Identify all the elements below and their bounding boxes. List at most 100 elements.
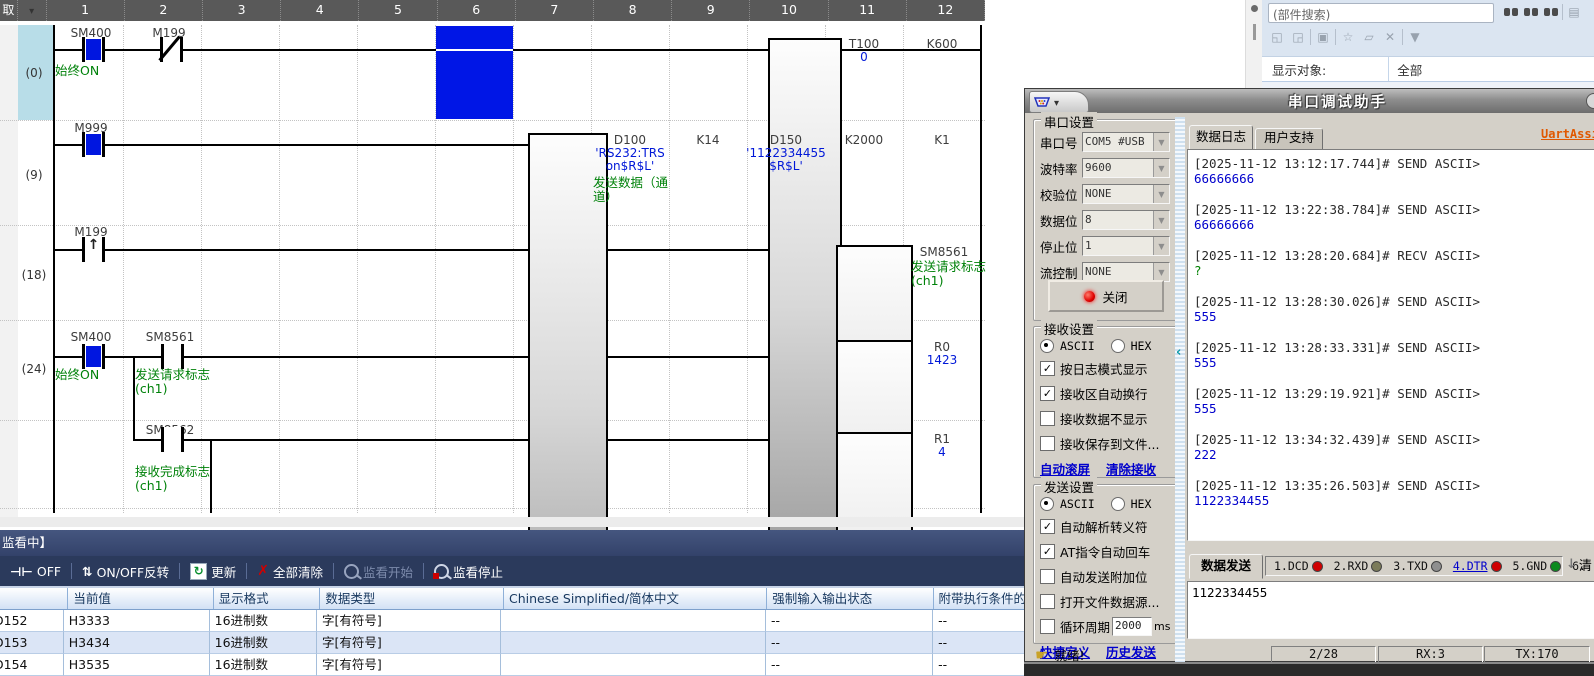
col-current-value[interactable]: 当前值 [68, 588, 213, 609]
serial-title-bar[interactable]: 串口调试助手 [1025, 89, 1594, 113]
clear-all-button[interactable]: 全部清除 [249, 560, 331, 582]
check-row[interactable]: 自动解析转义符 [1040, 517, 1178, 536]
checkbox-checked-icon[interactable] [1040, 519, 1055, 534]
port-settings-group: 串口设置 串口号 COM5 #USB 波特率 9600 校验位 NONE 数据位… [1033, 119, 1179, 321]
filter-icon[interactable]: ▼ [1406, 28, 1424, 46]
ladder-cursor-cell[interactable] [436, 26, 513, 119]
new-folder-icon[interactable]: ▱ [1360, 28, 1378, 46]
check-row[interactable]: 接收数据不显示 [1040, 409, 1178, 428]
find-icon[interactable] [1542, 5, 1560, 19]
checkbox-checked-icon[interactable] [1040, 386, 1055, 401]
ladder-col-9: 9 [672, 0, 750, 21]
panel-splitter[interactable] [1175, 117, 1185, 663]
find-previous-icon[interactable] [1502, 5, 1520, 19]
check-row[interactable]: 按日志模式显示 [1040, 359, 1178, 378]
register-parts-icon[interactable]: ▤ [1565, 3, 1583, 21]
operand-label: K1 [903, 134, 981, 147]
checkbox-checked-icon[interactable] [1040, 361, 1055, 376]
contact-SM8561[interactable] [161, 344, 184, 369]
cell-device: D154 [0, 657, 27, 672]
hex-radio[interactable] [1111, 497, 1125, 511]
baud-select[interactable]: 9600 [1082, 158, 1170, 178]
brand-link[interactable]: UartAssi [1541, 127, 1594, 141]
search-input[interactable]: (部件搜索) [1268, 3, 1494, 23]
display-target-value[interactable]: 全部 [1397, 60, 1422, 79]
contact-SM400[interactable] [82, 37, 105, 62]
send-input-area[interactable]: 1122334455 [1187, 581, 1594, 639]
col-comment[interactable]: Chinese Simplified/简体中文 [504, 588, 767, 609]
pin-dtr[interactable]: 4.DTR [1453, 559, 1502, 573]
cycle-input[interactable]: 2000 [1112, 617, 1152, 636]
contact-SM400[interactable] [82, 344, 105, 369]
on-off-toggle-button[interactable]: ON/OFF反转 [74, 560, 177, 582]
flowctrl-select[interactable]: NONE [1082, 262, 1170, 282]
cycle-row[interactable]: 循环周期 2000 ms [1040, 617, 1178, 636]
checkbox-icon[interactable] [1040, 569, 1055, 584]
field-label: 数据位 [1040, 211, 1082, 230]
contact-SM8562[interactable] [161, 427, 184, 452]
checkbox-icon[interactable] [1040, 436, 1055, 451]
history-send-link[interactable]: 历史发送 [1106, 642, 1156, 661]
table-row[interactable]: D154 H3535 16进制数 字[有符号] -- -- [0, 654, 1024, 676]
hex-radio[interactable] [1111, 339, 1125, 353]
tab-user-support[interactable]: 用户支持 [1255, 128, 1323, 150]
watch-stop-button[interactable]: 监看停止 [426, 560, 511, 582]
off-button[interactable]: OFF [2, 560, 69, 582]
close-port-button[interactable]: 关闭 [1048, 280, 1164, 312]
tab-data-log[interactable]: 数据日志 [1189, 125, 1253, 150]
col-device[interactable] [0, 588, 68, 609]
parity-select[interactable]: NONE [1082, 184, 1170, 204]
ladder-header-dropdown[interactable] [18, 0, 47, 21]
col-exec-condition[interactable]: 附带执行条件的软 [934, 588, 1024, 609]
ladder-col-7: 7 [516, 0, 594, 21]
checkbox-icon[interactable] [1040, 411, 1055, 426]
contact-M199-rising-edge[interactable] [82, 237, 105, 262]
deselect-icon[interactable]: ◲ [1289, 28, 1307, 46]
stopbits-select[interactable]: 1 [1082, 236, 1170, 256]
copy-part-icon[interactable]: ▣ [1314, 28, 1332, 46]
port-select[interactable]: COM5 #USB [1082, 132, 1170, 152]
tab-data-send[interactable]: 数据发送 [1189, 554, 1263, 579]
window-menu[interactable] [1029, 91, 1089, 113]
ascii-radio[interactable] [1040, 497, 1054, 511]
ladder-col-11: 11 [829, 0, 907, 21]
checkbox-checked-icon[interactable] [1040, 544, 1055, 559]
col-data-type[interactable]: 数据类型 [320, 588, 504, 609]
scrollbar-button[interactable] [1251, 5, 1258, 12]
pin-led-icon [1371, 561, 1382, 572]
col-force-state[interactable]: 强制输入输出状态 [767, 588, 933, 609]
clear-send-button[interactable]: 清 [1566, 555, 1592, 574]
check-row[interactable]: 自动发送附加位 [1040, 567, 1178, 586]
auto-scroll-link[interactable]: 自动滚屏 [1040, 459, 1090, 478]
send-settings-group: 发送设置 ASCII HEX 自动解析转义符 AT指令自动回车 自动发送附加位 … [1033, 484, 1179, 644]
contact-M999[interactable] [82, 132, 105, 157]
checkbox-icon[interactable] [1040, 619, 1055, 634]
find-next-icon[interactable] [1522, 5, 1540, 19]
table-row[interactable]: D153 H3434 16进制数 字[有符号] -- -- [0, 632, 1024, 654]
check-row[interactable]: 打开文件数据源... [1040, 592, 1178, 611]
contact-label: SM8561 [138, 331, 202, 344]
ascii-radio[interactable] [1040, 339, 1054, 353]
operand-label: K2000 [825, 134, 903, 147]
log-entry: [2025-11-12 13:22:38.784]# SEND ASCII>66… [1194, 202, 1588, 232]
contact-M199-nc[interactable] [160, 37, 183, 62]
table-row[interactable]: D152 H3333 16进制数 字[有符号] -- -- [0, 610, 1024, 632]
log-area[interactable]: [2025-11-12 13:12:17.744]# SEND ASCII>66… [1187, 149, 1594, 541]
vertical-scrollbar[interactable] [1245, 0, 1262, 88]
databits-select[interactable]: 8 [1082, 210, 1170, 230]
check-row[interactable]: AT指令自动回车 [1040, 542, 1178, 561]
clear-receive-link[interactable]: 清除接收 [1106, 459, 1156, 478]
window-control-icon[interactable] [1586, 93, 1594, 109]
update-button[interactable]: 更新 [182, 560, 244, 582]
col-display-format[interactable]: 显示格式 [214, 588, 321, 609]
check-row[interactable]: 接收保存到文件... [1040, 434, 1178, 453]
log-entry: [2025-11-12 13:28:33.331]# SEND ASCII>55… [1194, 340, 1588, 370]
star-icon[interactable]: ☆ [1339, 28, 1357, 46]
watch-start-button[interactable]: 监看开始 [336, 560, 421, 582]
delete-icon[interactable]: ✕ [1381, 28, 1399, 46]
check-row[interactable]: 接收区自动换行 [1040, 384, 1178, 403]
checkbox-icon[interactable] [1040, 594, 1055, 609]
select-mode-icon[interactable]: ◱ [1268, 28, 1286, 46]
scrollbar-thumb[interactable] [1253, 24, 1256, 40]
collapse-left-icon[interactable] [1176, 345, 1181, 360]
